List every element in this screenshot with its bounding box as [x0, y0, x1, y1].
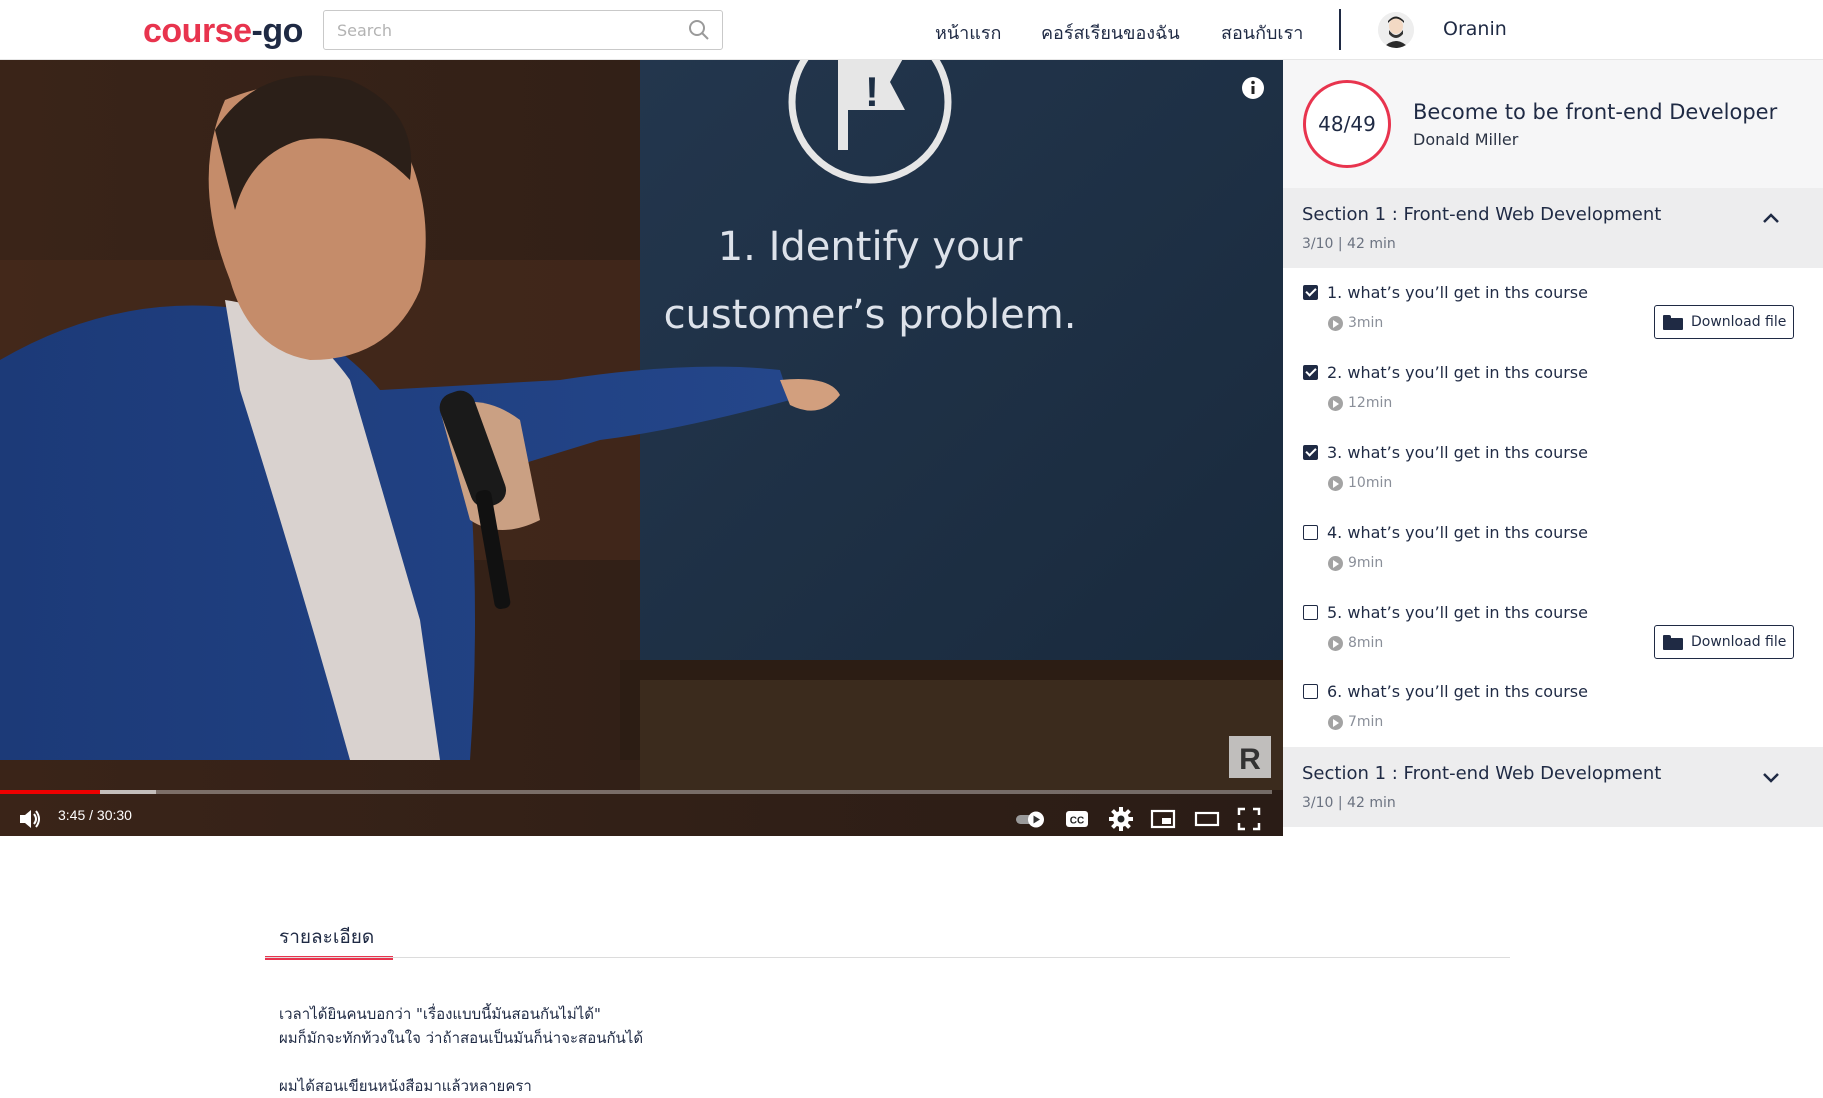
settings-icon[interactable]	[1108, 806, 1134, 832]
theater-mode-icon[interactable]	[1194, 806, 1220, 832]
info-icon[interactable]	[1241, 76, 1265, 100]
play-circle-icon	[1328, 396, 1343, 411]
lesson-item-4[interactable]: 4. what’s you’ll get in ths course 9min	[1283, 515, 1823, 595]
section-meta: 3/10 | 42 min	[1302, 795, 1396, 811]
lesson-duration: 12min	[1348, 395, 1393, 411]
logo-course: course	[143, 12, 252, 50]
section-meta: 3/10 | 42 min	[1302, 236, 1396, 252]
play-circle-icon	[1328, 316, 1343, 331]
autoplay-toggle[interactable]	[1014, 806, 1048, 832]
lesson-item-3[interactable]: 3. what’s you’ll get in ths course 10min	[1283, 435, 1823, 515]
video-time: 3:45 / 30:30	[58, 807, 132, 823]
download-label: Download file	[1691, 314, 1787, 330]
avatar[interactable]	[1378, 12, 1414, 48]
lesson-item-2[interactable]: 2. what’s you’ll get in ths course 12min	[1283, 355, 1823, 435]
cc-icon[interactable]: CC	[1064, 806, 1090, 832]
svg-text:!: !	[865, 68, 879, 115]
lesson-title[interactable]: 4. what’s you’ll get in ths course	[1327, 523, 1588, 542]
lesson-duration: 3min	[1348, 315, 1384, 331]
nav-divider	[1339, 9, 1341, 50]
tab-divider	[265, 957, 1510, 958]
course-progress-ring: 48/49	[1303, 80, 1391, 168]
download-label: Download file	[1691, 634, 1787, 650]
slide-line-2: customer’s problem.	[664, 292, 1077, 338]
description-line: ผมได้สอนเขียนหนังสือมาแล้วหลายครา	[279, 1077, 532, 1095]
lesson-title[interactable]: 1. what’s you’ll get in ths course	[1327, 283, 1588, 302]
nav-my-courses[interactable]: คอร์สเรียนของฉัน	[1041, 18, 1180, 47]
description-line: เวลาได้ยินคนบอกว่า "เรื่องแบบนี้มันสอนกั…	[279, 1005, 601, 1023]
nav-home[interactable]: หน้าแรก	[935, 18, 1001, 47]
top-navbar: course-go หน้าแรก คอร์สเรียนของฉัน สอนกั…	[0, 0, 1823, 60]
tab-details[interactable]: รายละเอียด	[265, 922, 393, 960]
lesson-item-6[interactable]: 6. what’s you’ll get in ths course 7min	[1283, 674, 1823, 754]
course-title: Become to be front-end Developer	[1413, 100, 1778, 124]
description-line: ผมก็มักจะทักท้วงในใจ ว่าถ้าสอนเป็นมันก็น…	[279, 1029, 644, 1047]
tab-details-label: รายละเอียด	[279, 926, 375, 948]
lesson-duration: 10min	[1348, 475, 1393, 491]
lesson-checkbox[interactable]	[1303, 525, 1318, 540]
lesson-duration: 8min	[1348, 635, 1384, 651]
section-title: Section 1 : Front-end Web Development	[1302, 763, 1662, 784]
lesson-checkbox[interactable]	[1303, 445, 1318, 460]
nav-teach-with-us[interactable]: สอนกับเรา	[1221, 18, 1303, 47]
video-player[interactable]: ! 1. Identify your customer’s problem. R…	[0, 60, 1283, 836]
lesson-checkbox[interactable]	[1303, 684, 1318, 699]
lesson-title[interactable]: 3. what’s you’ll get in ths course	[1327, 443, 1588, 462]
lesson-item-1[interactable]: 1. what’s you’ll get in ths course 3min …	[1283, 275, 1823, 355]
logo-go: -go	[251, 12, 304, 50]
video-watermark: R	[1239, 743, 1261, 776]
logo[interactable]: course-go	[143, 12, 303, 51]
video-progress-bar[interactable]	[0, 790, 1272, 794]
lesson-checkbox[interactable]	[1303, 605, 1318, 620]
download-file-button[interactable]: Download file	[1654, 625, 1794, 659]
search-input[interactable]	[324, 11, 664, 49]
section-header-2[interactable]: Section 1 : Front-end Web Development 3/…	[1283, 747, 1823, 827]
search-box	[323, 10, 723, 50]
play-circle-icon	[1328, 636, 1343, 651]
svg-text:CC: CC	[1070, 816, 1084, 827]
slide-line-1: 1. Identify your	[718, 224, 1023, 270]
lesson-duration: 9min	[1348, 555, 1384, 571]
volume-icon[interactable]	[17, 806, 43, 832]
lesson-item-5[interactable]: 5. what’s you’ll get in ths course 8min …	[1283, 595, 1823, 675]
chevron-up-icon[interactable]	[1761, 208, 1781, 228]
folder-icon	[1663, 314, 1683, 330]
course-author: Donald Miller	[1413, 130, 1519, 149]
play-circle-icon	[1328, 476, 1343, 491]
lesson-checkbox[interactable]	[1303, 285, 1318, 300]
fullscreen-icon[interactable]	[1236, 806, 1262, 832]
lesson-title[interactable]: 2. what’s you’ll get in ths course	[1327, 363, 1588, 382]
lesson-checkbox[interactable]	[1303, 365, 1318, 380]
chevron-down-icon[interactable]	[1761, 767, 1781, 787]
lesson-duration: 7min	[1348, 714, 1384, 730]
section-title: Section 1 : Front-end Web Development	[1302, 204, 1662, 225]
course-header: 48/49 Become to be front-end Developer D…	[1283, 60, 1823, 188]
course-sidebar: 48/49 Become to be front-end Developer D…	[1283, 60, 1823, 827]
lesson-title[interactable]: 6. what’s you’ll get in ths course	[1327, 682, 1588, 701]
progress-played	[0, 790, 101, 794]
section-header-1[interactable]: Section 1 : Front-end Web Development 3/…	[1283, 188, 1823, 268]
play-circle-icon	[1328, 715, 1343, 730]
download-file-button[interactable]: Download file	[1654, 305, 1794, 339]
user-avatar-icon	[1378, 12, 1414, 48]
folder-icon	[1663, 634, 1683, 650]
lesson-title[interactable]: 5. what’s you’ll get in ths course	[1327, 603, 1588, 622]
play-circle-icon	[1328, 556, 1343, 571]
video-frame: ! 1. Identify your customer’s problem. R	[0, 60, 1283, 836]
miniplayer-icon[interactable]	[1150, 806, 1176, 832]
search-icon[interactable]	[688, 19, 710, 41]
username[interactable]: Oranin	[1443, 18, 1507, 40]
